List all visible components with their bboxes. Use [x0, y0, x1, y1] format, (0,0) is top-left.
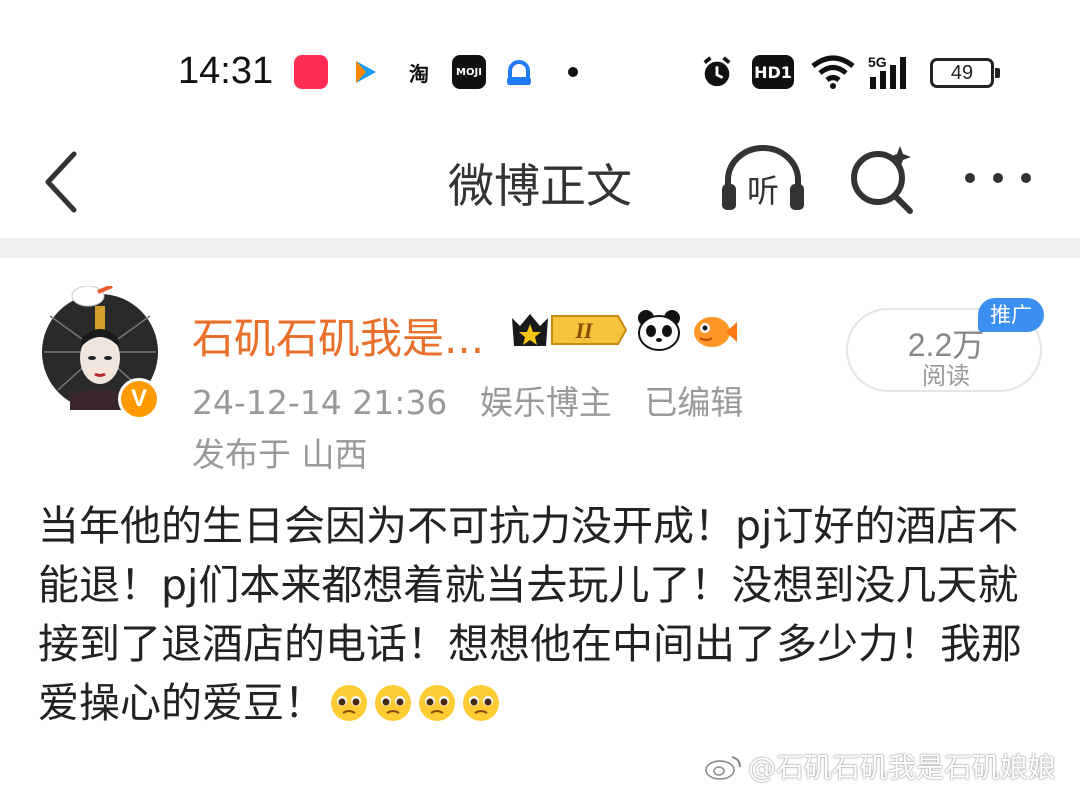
ai-icon: [502, 55, 536, 89]
post-location: 发布于 山西: [192, 435, 368, 474]
post-meta: 24-12-14 21:36 娱乐博主 已编辑: [192, 376, 765, 424]
tencent-video-icon: [348, 55, 382, 89]
promo-tag[interactable]: 推广: [978, 298, 1044, 332]
post-timestamp: 24-12-14 21:36: [192, 383, 448, 422]
post-text: 当年他的生日会因为不可抗力没开成！pj订好的酒店不能退！pj们本来都想着就当去玩…: [38, 502, 1022, 727]
username[interactable]: 石矶石矶我是...: [192, 305, 484, 366]
status-bar: 14:31 淘 MOJI HD1 5G 49: [0, 0, 1080, 140]
moji-weather-icon: MOJI: [452, 55, 486, 89]
taobao-icon: 淘: [409, 61, 429, 86]
post-body: 当年他的生日会因为不可抗力没开成！pj订好的酒店不能退！pj们本来都想着就当去玩…: [38, 497, 1048, 733]
edited-label[interactable]: 已编辑: [644, 383, 743, 422]
hd-icon: HD1: [752, 55, 794, 89]
alarm-icon: [700, 55, 734, 89]
wifi-icon: [810, 55, 856, 89]
level-badge[interactable]: II: [510, 310, 628, 350]
top-nav: 微博正文 听: [0, 130, 1080, 230]
page-title: 微博正文: [448, 159, 632, 213]
pleading-face-emoji-icon: [375, 685, 411, 721]
battery-indicator: 49: [930, 58, 1000, 88]
network-label: 5G: [868, 54, 887, 70]
watermark: @石矶石矶我是石矶娘娘: [704, 746, 1056, 786]
listen-label: 听: [747, 172, 779, 210]
author-category: 娱乐博主: [479, 383, 612, 422]
fish-badge-icon[interactable]: [690, 308, 738, 352]
pleading-face-emoji-icon: [331, 685, 367, 721]
dot-icon: [556, 55, 590, 89]
more-dots-icon: [965, 173, 1031, 183]
level-badge-text: II: [574, 318, 594, 343]
panda-badge-icon[interactable]: [636, 308, 682, 352]
section-divider: [0, 238, 1080, 258]
verified-badge: V: [118, 378, 160, 420]
search-icon: [851, 146, 913, 214]
read-label: 阅读: [922, 362, 970, 390]
listen-button[interactable]: 听: [720, 142, 806, 216]
search-button[interactable]: [848, 142, 918, 216]
xiaohongshu-icon: [294, 55, 328, 89]
headphones-icon: 听: [722, 145, 804, 210]
more-button[interactable]: [960, 158, 1036, 198]
pleading-face-emoji-icon: [463, 685, 499, 721]
pleading-face-emoji-icon: [419, 685, 455, 721]
weibo-logo-icon: [705, 756, 741, 780]
clock: 14:31: [178, 50, 274, 92]
signal-icon: 5G: [866, 54, 918, 89]
watermark-text: @石矶石矶我是石矶娘娘: [748, 751, 1057, 784]
